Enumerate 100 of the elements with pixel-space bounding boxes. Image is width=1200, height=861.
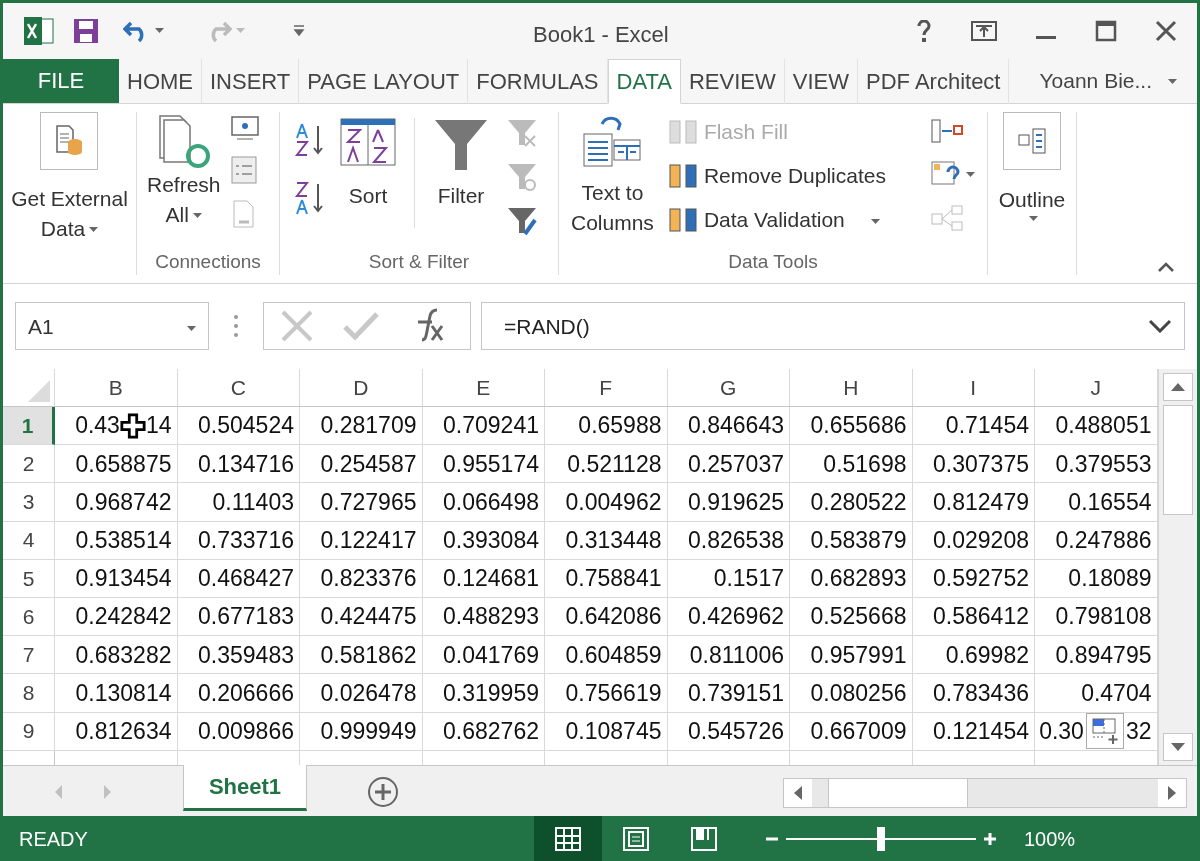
- view-button[interactable]: [533, 816, 602, 861]
- row-header[interactable]: 1: [3, 407, 55, 446]
- cell-value: 0.43: [75, 411, 120, 441]
- sort-descending-icon[interactable]: [294, 180, 324, 217]
- sort-button[interactable]: Sort: [340, 118, 396, 212]
- column-header[interactable]: C: [177, 369, 300, 407]
- user-name[interactable]: Yoann Bie...: [1039, 65, 1152, 97]
- row-header[interactable]: 7: [3, 636, 55, 675]
- row-header[interactable]: 9: [3, 712, 55, 751]
- properties-icon[interactable]: [230, 156, 257, 185]
- cell-value: 0.004962: [565, 487, 662, 517]
- connections-icon[interactable]: [230, 116, 259, 141]
- cell-value: 0.066498: [443, 487, 539, 517]
- sheet-tab[interactable]: Sheet1: [183, 764, 307, 811]
- cell-value: 0.009866: [198, 716, 294, 746]
- row-header[interactable]: 2: [3, 445, 55, 484]
- cell-value: 0.846643: [688, 411, 784, 441]
- paste-options-button[interactable]: [1085, 713, 1124, 750]
- file-tab[interactable]: FILE: [3, 58, 119, 104]
- grip-icon: [233, 314, 239, 339]
- cell-value: 0.682893: [810, 564, 907, 594]
- zoom-percent[interactable]: 100%: [1023, 823, 1076, 854]
- cell-value: 0.426962: [688, 602, 784, 632]
- cell-value: 0.581862: [320, 640, 417, 670]
- ribbon-tab[interactable]: DATA: [607, 58, 681, 105]
- outline-button[interactable]: Outline: [998, 112, 1066, 221]
- add-sheet-icon[interactable]: [367, 775, 399, 808]
- formula-field[interactable]: =RAND(): [481, 302, 1185, 351]
- caret-icon: [1029, 215, 1039, 221]
- cell-value: 0.468427: [198, 564, 294, 594]
- cell-value: 0.968742: [75, 487, 172, 517]
- funnel-icon: [433, 118, 489, 173]
- column-header[interactable]: I: [912, 369, 1035, 407]
- scroll-left-icon[interactable]: [784, 778, 812, 807]
- scroll-down-icon[interactable]: [1163, 732, 1193, 761]
- filter-button[interactable]: Filter: [433, 118, 489, 212]
- cell-value: 0.739151: [688, 678, 784, 708]
- cell-value: 0.122417: [320, 525, 417, 555]
- scroll-right-icon[interactable]: [1158, 778, 1186, 807]
- cell-value: 0.71454: [945, 411, 1029, 441]
- column-header[interactable]: J: [1035, 369, 1158, 407]
- maximize-icon[interactable]: [1095, 19, 1117, 42]
- cell-value: 0.281709: [320, 411, 417, 441]
- collapse-ribbon-icon[interactable]: [1157, 260, 1175, 273]
- cell-value: 0.733716: [198, 525, 294, 555]
- column-header[interactable]: B: [55, 369, 178, 407]
- row-header[interactable]: 4: [3, 521, 55, 560]
- caret-icon: [966, 171, 975, 177]
- column-header[interactable]: H: [790, 369, 913, 407]
- expand-icon[interactable]: [1148, 319, 1172, 334]
- row-header[interactable]: 3: [3, 483, 55, 522]
- row-header[interactable]: 6: [3, 598, 55, 637]
- cell-value: 0.69982: [945, 640, 1029, 670]
- cell-value: 0.30: [1039, 716, 1084, 746]
- customize-icon[interactable]: [293, 23, 305, 38]
- text-to-columns-button[interactable]: Text to Columns: [571, 114, 654, 239]
- cell-value: 0.919625: [688, 487, 784, 517]
- column-header[interactable]: E: [422, 369, 545, 407]
- cell-value: 0.108745: [565, 716, 662, 746]
- help-icon[interactable]: [915, 17, 933, 44]
- zoom-in-icon[interactable]: [981, 830, 998, 847]
- close-icon[interactable]: [1155, 19, 1177, 42]
- caret-icon: [870, 219, 880, 225]
- row-header[interactable]: 8: [3, 674, 55, 713]
- consolidate-icon[interactable]: [930, 118, 964, 145]
- advanced-filter-icon[interactable]: [507, 206, 537, 237]
- data-tool-button[interactable]: Data Validation: [667, 204, 886, 237]
- zoom-slider-thumb[interactable]: [876, 826, 885, 851]
- cell-value: 0.683282: [75, 640, 172, 670]
- cell-value: 0.756619: [565, 678, 662, 708]
- refresh-all-button[interactable]: Refresh All: [147, 114, 221, 231]
- ribbon-display-icon[interactable]: [971, 20, 997, 41]
- cell-value: 0.727965: [320, 487, 417, 517]
- horizontal-scroll-thumb[interactable]: [828, 778, 968, 807]
- save-icon[interactable]: [73, 17, 99, 44]
- data-tool-button[interactable]: Remove Duplicates: [667, 160, 886, 193]
- cell-value: 0.955174: [443, 449, 539, 479]
- name-box[interactable]: A1: [15, 302, 209, 351]
- cell-value: 0.894795: [1055, 640, 1152, 670]
- cell-value: 0.254587: [320, 449, 417, 479]
- get-external-data-button[interactable]: Get External Data: [11, 112, 128, 245]
- column-header[interactable]: D: [300, 369, 423, 407]
- sort-icon: [340, 118, 396, 167]
- caret-icon: [187, 325, 196, 331]
- scroll-up-icon[interactable]: [1163, 373, 1193, 402]
- cell-value: 0.521128: [567, 449, 662, 479]
- cell-value: 0.026478: [320, 678, 417, 708]
- cell-value: 0.677183: [198, 602, 294, 632]
- cell-value: 0.812479: [933, 487, 1029, 517]
- row-header[interactable]: 5: [3, 559, 55, 598]
- cell-value: 0.280522: [810, 487, 907, 517]
- cell-value: 0.1517: [713, 564, 784, 594]
- cell-value: 0.504524: [198, 411, 294, 441]
- cell-value: 0.583879: [810, 525, 907, 555]
- group-label: Data Tools: [727, 250, 819, 275]
- column-header[interactable]: F: [545, 369, 668, 407]
- column-header[interactable]: G: [667, 369, 790, 407]
- sort-ascending-icon[interactable]: [294, 122, 324, 159]
- excel-logo-icon[interactable]: [23, 15, 55, 46]
- vertical-scroll-thumb[interactable]: [1163, 405, 1193, 516]
